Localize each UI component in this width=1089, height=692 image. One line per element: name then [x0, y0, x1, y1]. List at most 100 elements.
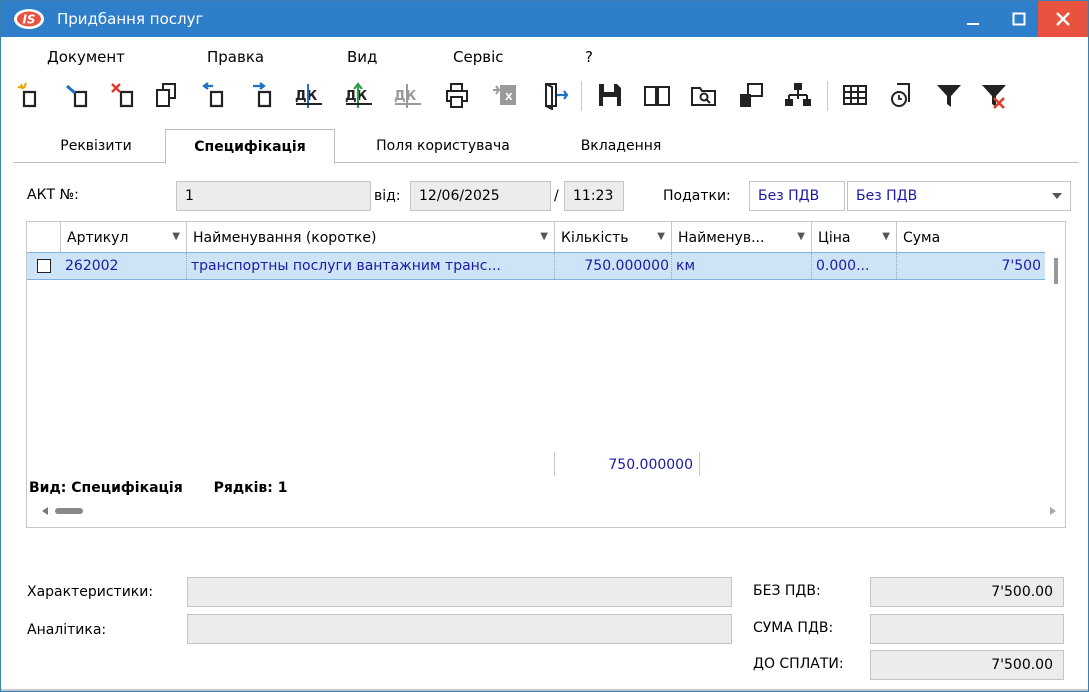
debit-credit-green-icon[interactable]: ДК — [344, 80, 374, 110]
cell-article[interactable]: 262002 — [61, 253, 187, 279]
window-title: Придбання послуг — [57, 10, 204, 28]
act-number-label: АКТ №: — [27, 187, 79, 203]
tab-requisites-label: Реквізити — [60, 138, 132, 154]
menu-edit[interactable]: Правка — [207, 48, 264, 66]
move-down-icon[interactable] — [247, 80, 277, 110]
footer-view: Вид: Специфікація — [29, 480, 183, 496]
chevron-down-icon[interactable] — [1052, 193, 1062, 200]
debit-credit-disabled-icon[interactable]: ДК — [393, 80, 423, 110]
new-icon[interactable] — [15, 80, 45, 110]
debit-credit-icon[interactable]: ДК — [294, 80, 324, 110]
row-checkbox-cell — [27, 253, 61, 279]
cell-name[interactable]: транспортны послуги вантажним транс... — [187, 253, 555, 279]
taxes-label: Податки: — [663, 188, 731, 204]
minimize-icon — [967, 23, 979, 25]
svg-text:IS: IS — [22, 13, 35, 27]
characteristics-label: Характеристики: — [27, 584, 154, 600]
column-header-quantity[interactable]: Кількість ▼ — [555, 222, 672, 252]
svg-text:ДК: ДК — [345, 89, 368, 104]
folder-search-icon[interactable] — [689, 80, 719, 110]
scroll-left-icon[interactable] — [41, 507, 49, 515]
date-time-separator: / — [554, 188, 559, 204]
book-icon[interactable] — [642, 80, 672, 110]
sort-arrow-icon: ▼ — [540, 231, 548, 242]
column-header-article-label: Артикул — [67, 230, 129, 246]
time-field[interactable]: 11:23 — [564, 181, 624, 211]
characteristics-field[interactable] — [187, 577, 732, 607]
svg-text:X: X — [505, 92, 513, 103]
grid-footer: Вид: Специфікація Рядків: 1 — [29, 480, 288, 496]
toolbar-separator — [581, 81, 582, 111]
vertical-scrollbar-thumb[interactable] — [1054, 258, 1058, 284]
exit-icon[interactable] — [540, 80, 570, 110]
edit-icon[interactable] — [63, 80, 93, 110]
cell-quantity[interactable]: 750.000000 — [555, 253, 672, 279]
cell-sum[interactable]: 7'500 — [897, 253, 1045, 279]
table-row[interactable]: 262002 транспортны послуги вантажним тра… — [27, 252, 1045, 280]
analytics-field[interactable] — [187, 614, 732, 644]
move-up-icon[interactable] — [199, 80, 229, 110]
tab-user-fields-label: Поля користувача — [376, 138, 510, 154]
to-pay-field[interactable]: 7'500.00 — [870, 650, 1064, 680]
tab-attachments[interactable]: Вкладення — [561, 129, 681, 163]
title-bar[interactable]: IS Придбання послуг — [1, 1, 1088, 37]
scroll-right-icon[interactable] — [1049, 507, 1057, 515]
column-header-price[interactable]: Ціна ▼ — [812, 222, 897, 252]
app-logo-icon: IS — [14, 9, 44, 29]
column-header-unit[interactable]: Найменув... ▼ — [672, 222, 812, 252]
date-field[interactable]: 12/06/2025 — [410, 181, 551, 211]
table-icon[interactable] — [840, 80, 870, 110]
link-icon[interactable] — [736, 80, 766, 110]
save-icon[interactable] — [595, 80, 625, 110]
filter-clear-icon[interactable] — [979, 80, 1009, 110]
tab-specification[interactable]: Специфікація — [165, 129, 335, 164]
toolbar: ДК ДК ДК X — [1, 75, 1088, 119]
no-vat-field[interactable]: 7'500.00 — [870, 577, 1064, 607]
act-number-field[interactable]: 1 — [176, 181, 371, 211]
horizontal-scrollbar-thumb[interactable] — [55, 508, 83, 514]
cell-unit[interactable]: км — [672, 253, 812, 279]
tab-attachments-label: Вкладення — [580, 138, 662, 154]
maximize-button[interactable] — [996, 1, 1042, 37]
minimize-button[interactable] — [950, 1, 996, 37]
column-header-unit-label: Найменув... — [678, 230, 765, 246]
column-header-article[interactable]: Артикул ▼ — [61, 222, 187, 252]
menu-service[interactable]: Сервіс — [453, 48, 503, 66]
column-header-name[interactable]: Найменування (коротке) ▼ — [187, 222, 555, 252]
analytics-label: Аналітика: — [27, 622, 107, 638]
svg-text:ДК: ДК — [394, 89, 417, 104]
tab-requisites[interactable]: Реквізити — [31, 129, 161, 163]
menu-document[interactable]: Документ — [47, 48, 125, 66]
tab-strip: Реквізити Специфікація Поля користувача … — [13, 129, 1079, 164]
menu-view[interactable]: Вид — [347, 48, 377, 66]
close-icon — [1056, 12, 1070, 26]
main-window: IS Придбання послуг Документ Правка Вид … — [0, 0, 1089, 692]
history-icon[interactable] — [887, 80, 917, 110]
copy-icon[interactable] — [151, 80, 181, 110]
sort-arrow-icon: ▼ — [882, 231, 890, 242]
no-vat-label: БЕЗ ПДВ: — [753, 583, 821, 599]
menu-help[interactable]: ? — [585, 48, 593, 66]
tab-user-fields[interactable]: Поля користувача — [348, 129, 538, 163]
toolbar-separator — [827, 81, 828, 111]
column-header-checkbox[interactable] — [27, 222, 61, 252]
footer-rows-count: Рядків: 1 — [213, 480, 288, 496]
filter-icon[interactable] — [934, 80, 964, 110]
hierarchy-icon[interactable] — [783, 80, 813, 110]
row-checkbox[interactable] — [37, 259, 51, 273]
column-header-sum-label: Сума — [903, 230, 941, 246]
vat-sum-field[interactable] — [870, 614, 1064, 644]
bottom-border — [1, 689, 1088, 691]
delete-icon[interactable] — [109, 80, 139, 110]
close-button[interactable] — [1038, 1, 1088, 37]
column-header-sum[interactable]: Сума — [897, 222, 1047, 252]
maximize-icon — [1012, 12, 1026, 26]
export-disabled-icon[interactable]: X — [491, 80, 521, 110]
column-header-price-label: Ціна — [818, 230, 851, 246]
tax-name-select[interactable]: Без ПДВ — [847, 181, 1071, 211]
print-icon[interactable] — [442, 80, 472, 110]
horizontal-scrollbar[interactable] — [41, 505, 1057, 517]
sort-arrow-icon: ▼ — [797, 231, 805, 242]
cell-price[interactable]: 0.000... — [812, 253, 897, 279]
tax-code-field[interactable]: Без ПДВ — [749, 181, 845, 211]
